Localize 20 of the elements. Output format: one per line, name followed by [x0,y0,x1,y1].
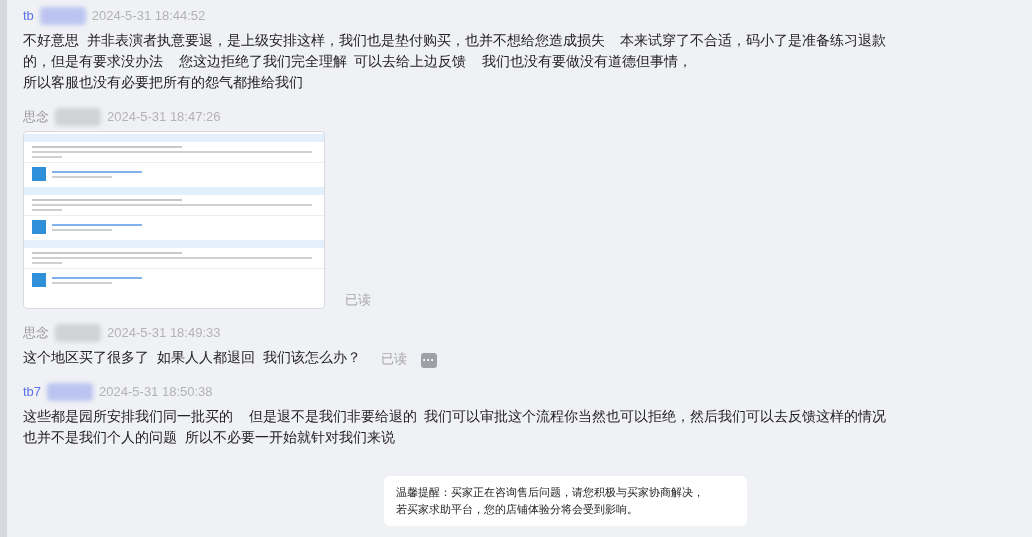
redaction-blur [39,7,86,25]
sender-name: 思念 [23,324,49,343]
notice-text: 温馨提醒：买家正在咨询售后问题，请您积极与买家协商解决， 若买家求助平台，您的店铺体验分将会受到影响。 [384,476,747,526]
message-text: 这些都是园所安排我们同一批买的 但是退不是我们非要给退的 我们可以审批这个流程你当然也可以拒绝，然后我们可以去反馈这样的情况 也并不是我们个人的问题 所以不必要一开始就针对我们来说 [23,407,887,447]
read-status: 已读 [380,349,407,368]
more-button[interactable]: ··· [420,353,437,368]
read-status: 已读 [345,290,371,309]
redaction-blur [55,108,101,126]
redaction-blur [55,324,101,342]
message-time: 2024-5-31 18:44:52 [91,7,206,26]
message-text: 不好意思 并非表演者执意要退，是上级安排这样，我们也是垫付购买，也并不想给您造成损失 本来试穿了不合适，码小了是准备练习退款 的，但是有要求没办法 您这边拒绝了我们完全理解 可以去给上边反馈 我们也没有要做没有道德但事情， 所以客服也没有必要把所有的怨气都推给我们 [23,31,887,92]
redaction-blur [47,383,94,401]
message-time: 2024-5-31 18:47:26 [107,108,221,127]
sender-name: tb [23,7,34,26]
message-time: 2024-5-31 18:50:38 [99,383,213,402]
message-text: 这个地区买了很多了 如果人人都退回 我们该怎么办？ [23,348,361,367]
sender-name: 思念 [23,108,49,127]
message-time: 2024-5-31 18:49:33 [107,324,221,343]
sender-name: tb7 [23,383,42,402]
screenshot-thumbnail-drawing[interactable] [23,131,325,309]
